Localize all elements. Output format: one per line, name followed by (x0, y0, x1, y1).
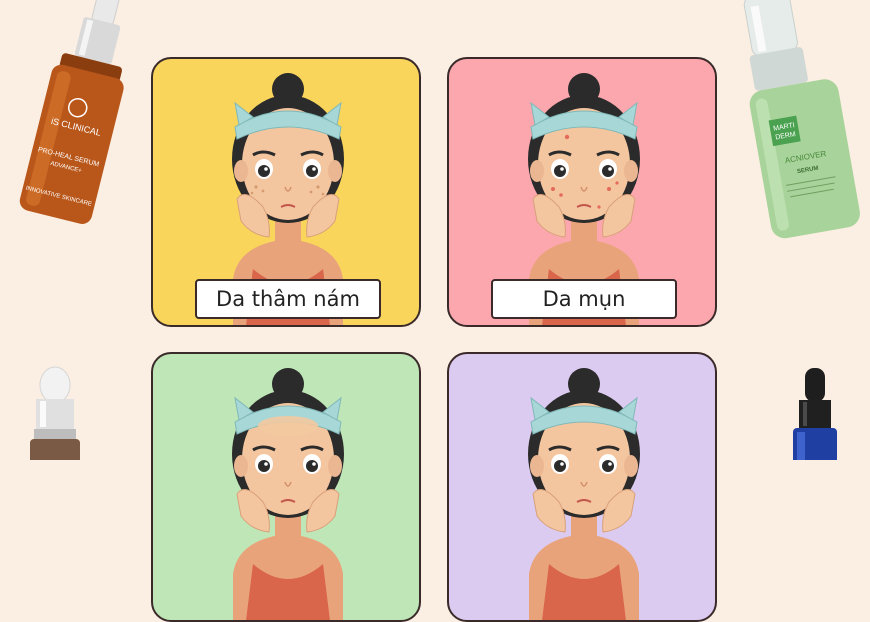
card-hyperpigmentation[interactable]: Da thâm nám (151, 57, 421, 327)
card-skin-type-3[interactable] (151, 352, 421, 622)
pro-heal-serum-bottle: iS CLINICAL PRO-HEAL SERUM ADVANCE+ INNO… (18, 0, 138, 230)
dropper-bottle-left (20, 365, 90, 469)
girl-illustration (232, 368, 344, 620)
card-skin-type-4[interactable] (447, 352, 717, 622)
card-label: Da thâm nám (195, 279, 381, 319)
card-acne[interactable]: Da mụn (447, 57, 717, 327)
card-label: Da mụn (491, 279, 677, 319)
acniover-serum-bottle: MARTI DERM ACNIOVER SERUM (735, 0, 865, 245)
girl-illustration (528, 368, 640, 620)
dropper-bottle-right (785, 368, 845, 468)
